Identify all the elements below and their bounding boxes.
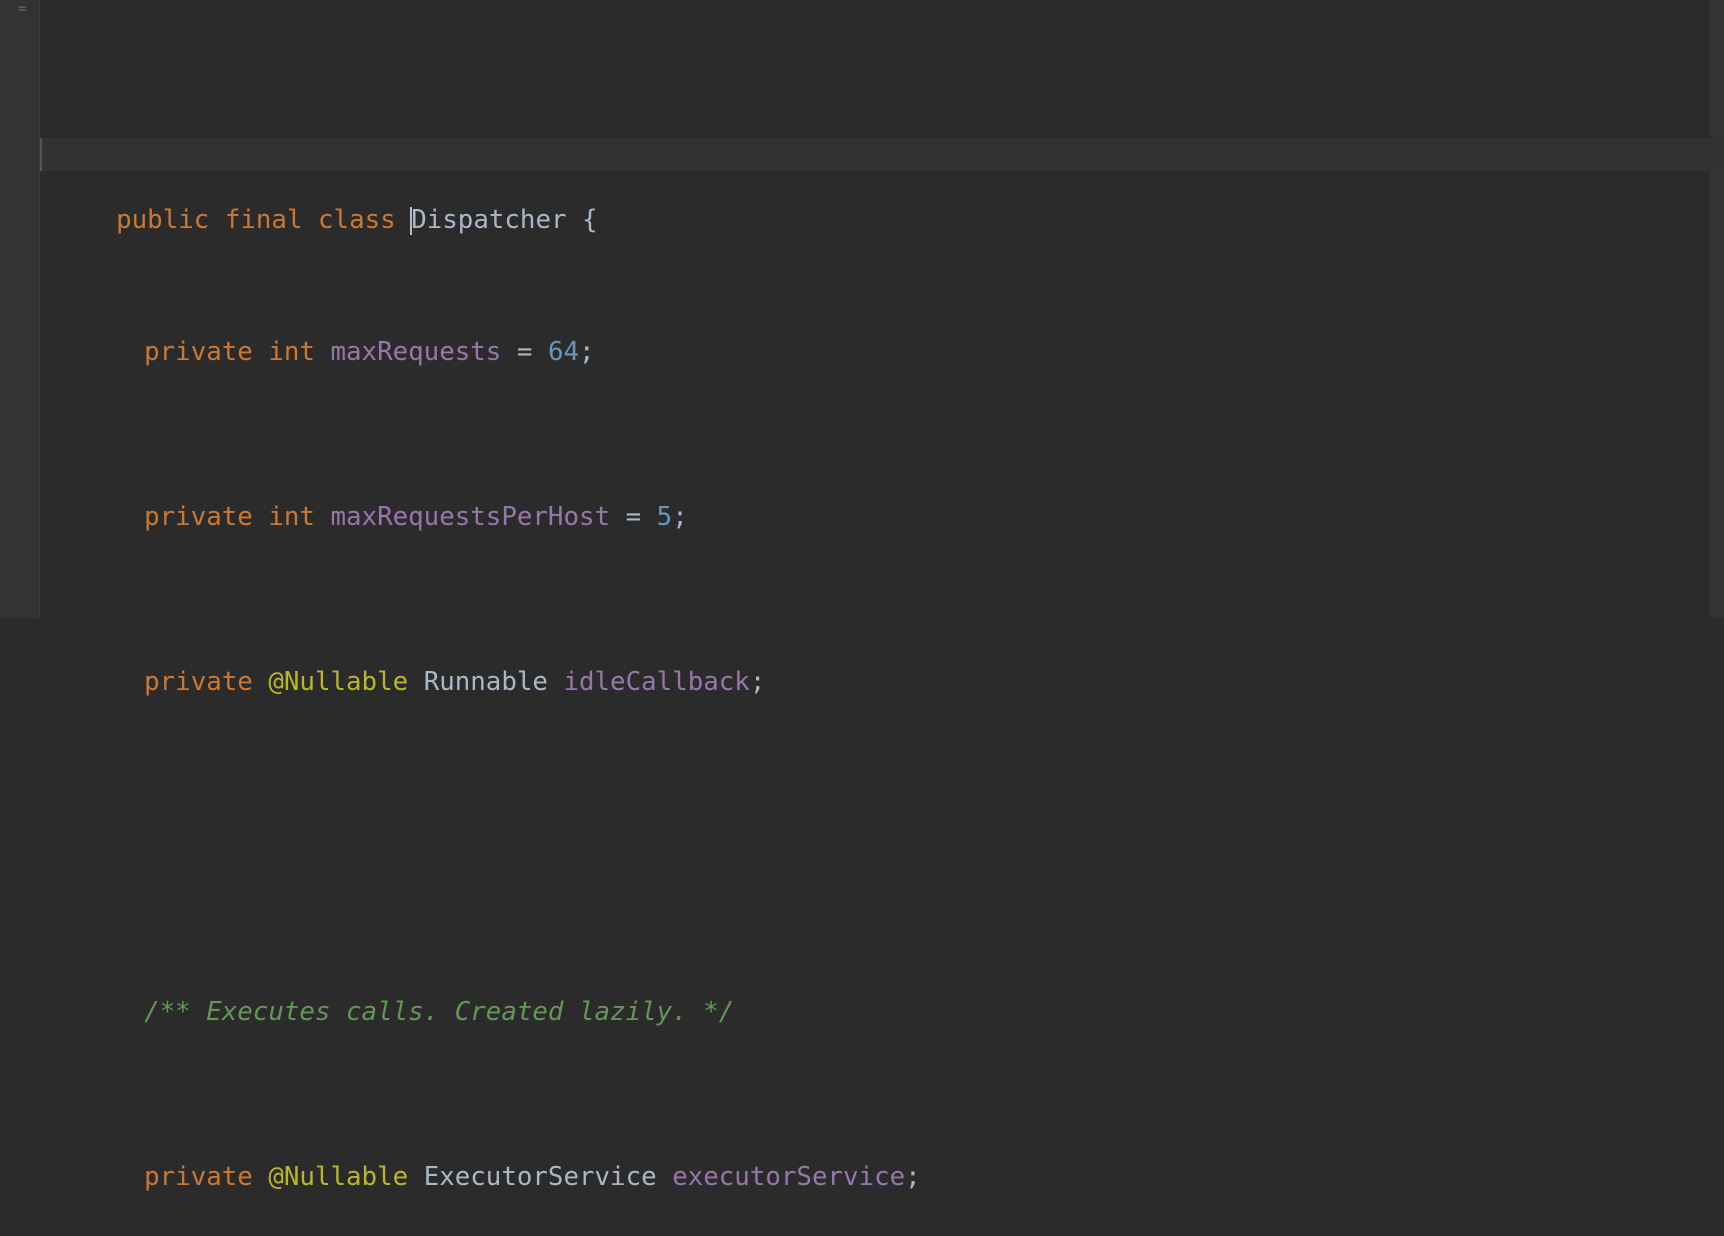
- punct-space: [253, 667, 269, 697]
- field-maxRequests: maxRequests: [331, 337, 502, 367]
- punct-space: [303, 205, 319, 235]
- field-executorService: executorService: [672, 1162, 905, 1192]
- type-executorservice: ExecutorService: [424, 1162, 657, 1192]
- field-idleCallback: idleCallback: [563, 667, 749, 697]
- punct-semi: ;: [750, 667, 766, 697]
- punct-space: [548, 667, 564, 697]
- code-line[interactable]: private @Nullable ExecutorService execut…: [40, 1128, 1724, 1161]
- punct-semi: ;: [905, 1162, 921, 1192]
- punct-space: [315, 337, 331, 367]
- punct-space: [657, 1162, 673, 1192]
- code-line[interactable]: private int maxRequests = 64;: [40, 303, 1724, 336]
- code-line[interactable]: private @Nullable Runnable idleCallback;: [40, 633, 1724, 666]
- punct-space: [253, 337, 269, 367]
- punct-space: [408, 667, 424, 697]
- keyword-private: private: [144, 667, 253, 697]
- annotation-nullable: @Nullable: [268, 667, 408, 697]
- punct-space: [408, 1162, 424, 1192]
- keyword-int: int: [268, 337, 315, 367]
- punct-space: [253, 502, 269, 532]
- type-runnable: Runnable: [424, 667, 548, 697]
- punct-space: [315, 502, 331, 532]
- punct-eq: =: [501, 337, 548, 367]
- number-64: 64: [548, 337, 579, 367]
- punct-semi: ;: [672, 502, 688, 532]
- punct-space: [253, 1162, 269, 1192]
- gutter-override-icon: =: [18, 2, 26, 16]
- field-maxRequestsPerHost: maxRequestsPerHost: [331, 502, 611, 532]
- keyword-int: int: [268, 502, 315, 532]
- comment: /** Executes calls. Created lazily. */: [144, 997, 734, 1027]
- code-line[interactable]: /** Executes calls. Created lazily. */: [40, 963, 1724, 996]
- editor-gutter: =: [0, 0, 40, 618]
- keyword-private: private: [144, 337, 253, 367]
- caret-line-indicator: [40, 138, 42, 171]
- keyword-private: private: [144, 502, 253, 532]
- code-line-blank[interactable]: [40, 798, 1724, 831]
- code-editor[interactable]: public final class Dispatcher { private …: [40, 0, 1724, 618]
- number-5: 5: [657, 502, 673, 532]
- annotation-nullable: @Nullable: [268, 1162, 408, 1192]
- punct-open-brace: {: [582, 205, 598, 235]
- keyword-final: final: [225, 205, 303, 235]
- punct-eq: =: [610, 502, 657, 532]
- punct-semi: ;: [579, 337, 595, 367]
- keyword-class: class: [318, 205, 396, 235]
- punct-space: [209, 205, 225, 235]
- punct-space: [567, 205, 583, 235]
- code-line[interactable]: public final class Dispatcher {: [40, 138, 1724, 171]
- class-name: Dispatcher: [411, 205, 566, 235]
- punct-space: [396, 205, 412, 235]
- keyword-public: public: [116, 205, 209, 235]
- keyword-private: private: [144, 1162, 253, 1192]
- code-line[interactable]: private int maxRequestsPerHost = 5;: [40, 468, 1724, 501]
